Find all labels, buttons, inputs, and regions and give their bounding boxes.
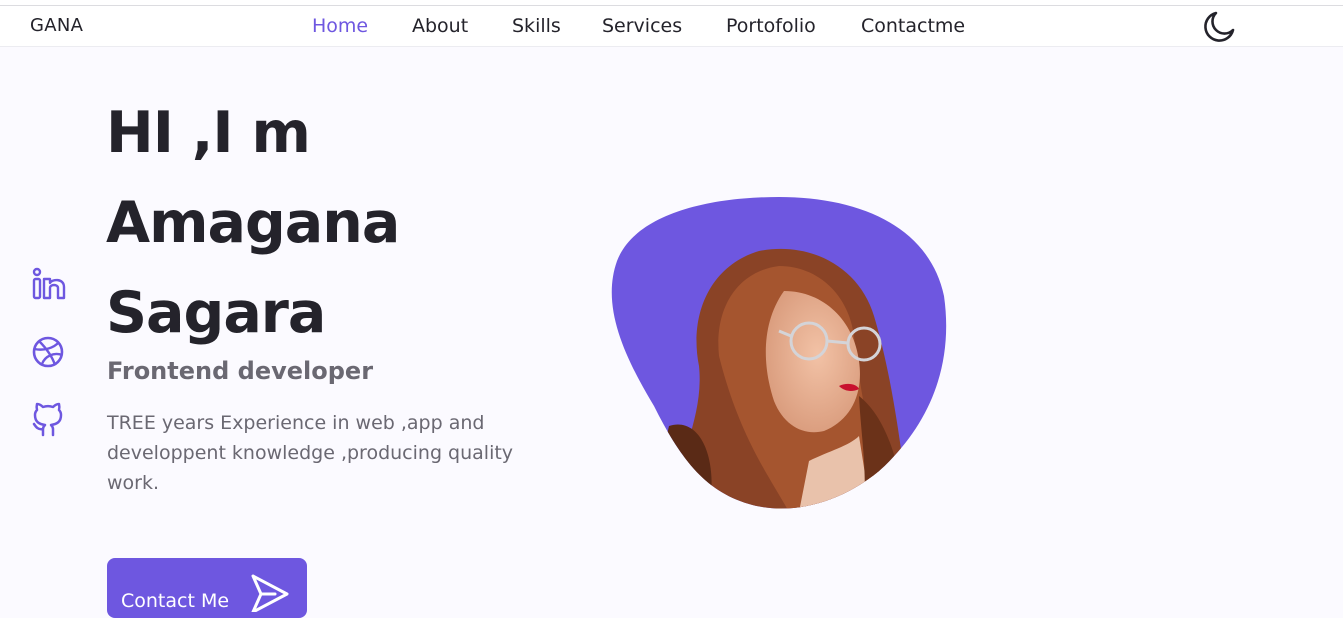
hero-title-line: Amagana xyxy=(106,190,400,256)
nav-link-about[interactable]: About xyxy=(412,15,468,37)
theme-toggle-button[interactable] xyxy=(1201,9,1237,45)
nav-link-services[interactable]: Services xyxy=(602,15,682,37)
nav-link-contactme[interactable]: Contactme xyxy=(861,15,965,37)
hero-title-line: Sagara xyxy=(106,280,326,346)
hero-title-line: HI ,I m xyxy=(106,100,311,166)
github-link[interactable] xyxy=(30,402,66,438)
contact-me-button[interactable]: Contact Me xyxy=(107,558,307,618)
hero-description: TREE years Experience in web ,app and de… xyxy=(107,412,514,494)
linkedin-link[interactable] xyxy=(30,266,66,302)
linkedin-icon xyxy=(32,267,66,300)
send-icon xyxy=(251,574,289,612)
nav-menu: Home About Skills Services Portofolio Co… xyxy=(0,15,1343,39)
navbar: GANA Home About Skills Services Portofol… xyxy=(0,6,1343,47)
contact-me-label: Contact Me xyxy=(121,590,230,612)
profile-photo xyxy=(611,197,947,509)
github-icon xyxy=(32,402,63,437)
hero-title: HI ,I m Amagana Sagara xyxy=(106,88,586,358)
nav-link-home[interactable]: Home xyxy=(312,15,368,37)
nav-link-skills[interactable]: Skills xyxy=(512,15,561,37)
dribbble-icon xyxy=(32,336,64,368)
dribbble-link[interactable] xyxy=(30,334,66,370)
moon-icon xyxy=(1204,11,1235,42)
hero-subtitle: Frontend developer xyxy=(107,357,374,385)
nav-link-portofolio[interactable]: Portofolio xyxy=(726,15,816,37)
profile-blob xyxy=(609,196,949,512)
